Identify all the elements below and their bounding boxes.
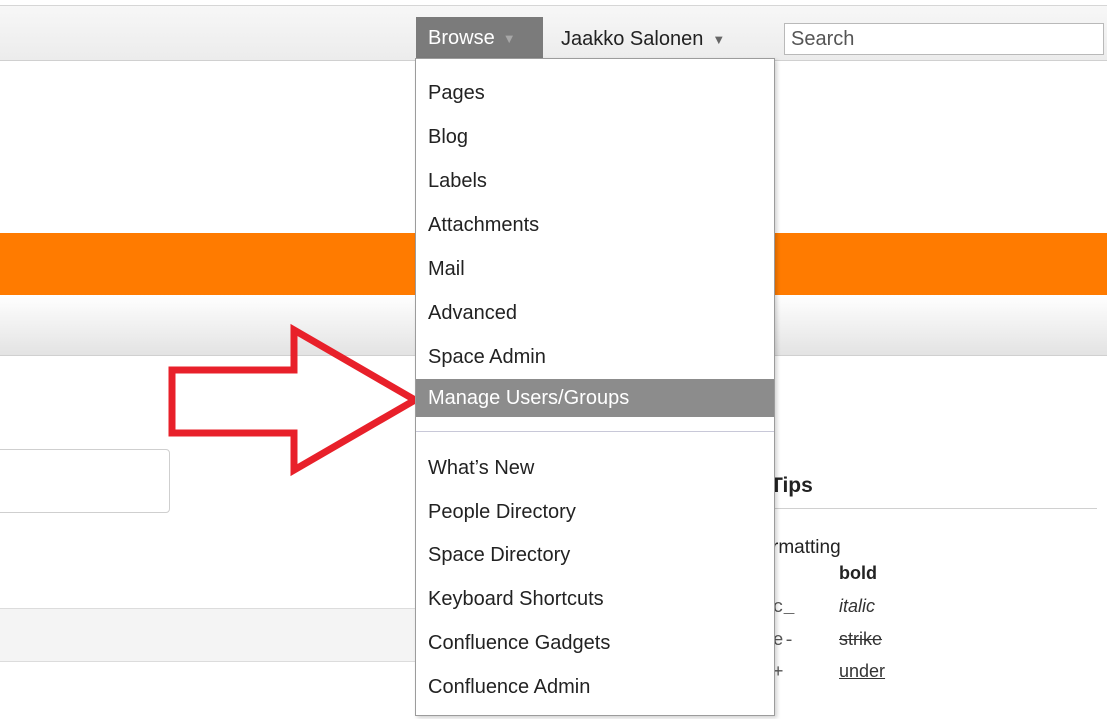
menu-item-labels[interactable]: Labels bbox=[416, 163, 774, 199]
browse-dropdown-menu: Pages Blog Labels Attachments Mail Advan… bbox=[415, 58, 775, 716]
menu-item-space-directory[interactable]: Space Directory bbox=[416, 537, 774, 573]
menu-item-keyboard-shortcuts[interactable]: Keyboard Shortcuts bbox=[416, 581, 774, 617]
menu-item-manage-users-groups[interactable]: Manage Users/Groups bbox=[416, 379, 774, 417]
menu-item-blog[interactable]: Blog bbox=[416, 119, 774, 155]
menu-item-people-directory[interactable]: People Directory bbox=[416, 494, 774, 530]
menu-item-mail[interactable]: Mail bbox=[416, 251, 774, 287]
menu-separator bbox=[416, 431, 774, 432]
menu-item-attachments[interactable]: Attachments bbox=[416, 207, 774, 243]
menu-item-space-admin[interactable]: Space Admin bbox=[416, 339, 774, 375]
menu-item-confluence-gadgets[interactable]: Confluence Gadgets bbox=[416, 625, 774, 661]
menu-item-confluence-admin[interactable]: Confluence Admin bbox=[416, 669, 774, 705]
menu-item-advanced[interactable]: Advanced bbox=[416, 295, 774, 331]
menu-item-whats-new[interactable]: What’s New bbox=[416, 450, 774, 486]
menu-item-pages[interactable]: Pages bbox=[416, 75, 774, 111]
